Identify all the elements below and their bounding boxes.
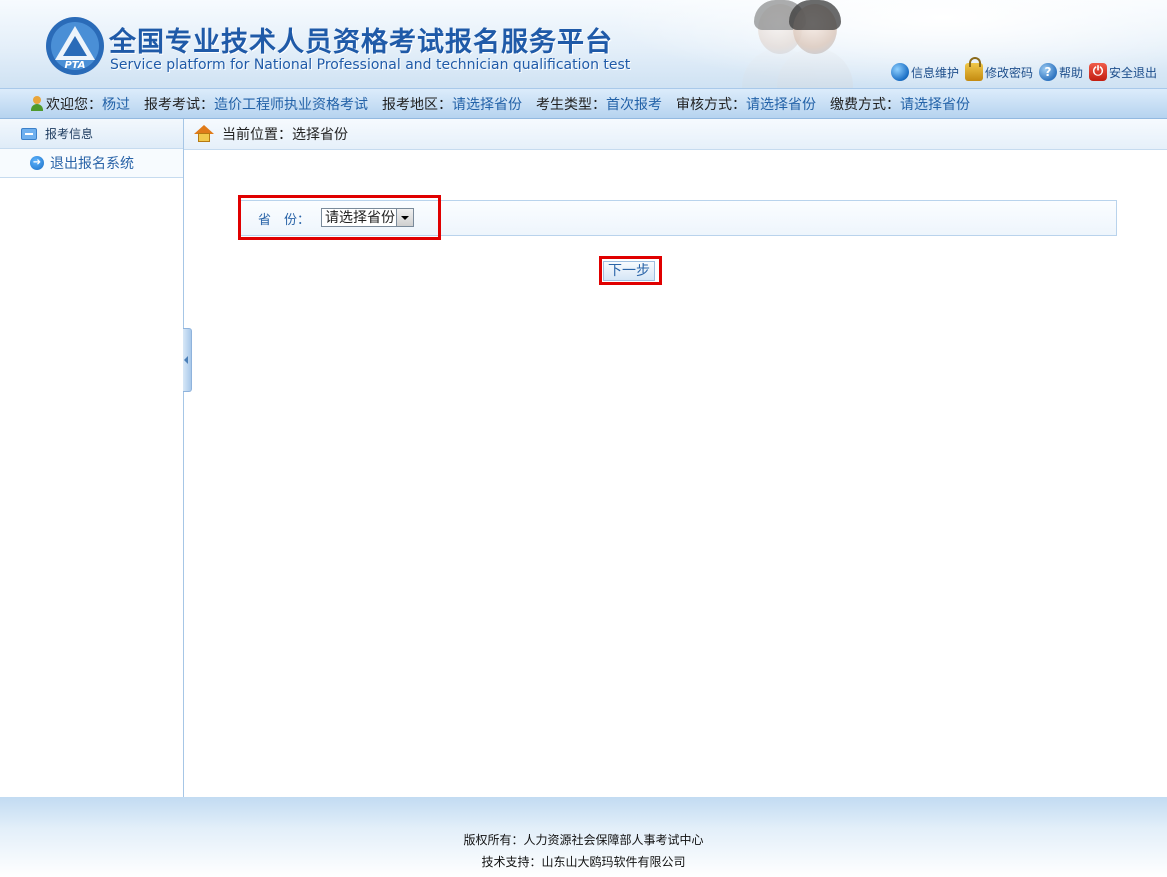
region-value: 请选择省份 [452, 96, 522, 113]
site-title: 全国专业技术人员资格考试报名服务平台 [109, 27, 613, 58]
logout-label: 安全退出 [1108, 65, 1157, 80]
top-links: 信息维护 修改密码 ? 帮助 ⏻ 安全退出 [890, 57, 1157, 81]
info-maintain-label: 信息维护 [910, 65, 959, 80]
user-info-bar: 欢迎您： 杨过 报考考试： 造价工程师执业资格考试 报考地区： 请选择省份 考生… [0, 88, 1167, 119]
exam-label: 报考考试： [144, 96, 214, 113]
review-method-value: 请选择省份 [746, 96, 816, 113]
welcome-label: 欢迎您： [46, 96, 102, 113]
footer-copyright: 版权所有：人力资源社会保障部人事考试中心 [463, 833, 704, 847]
logo-text: PTA [64, 60, 85, 71]
footer-support: 技术支持：山东山大鸥玛软件有限公司 [481, 855, 686, 869]
payment-method-value: 请选择省份 [900, 96, 970, 113]
power-icon: ⏻ [1088, 63, 1107, 81]
info-maintain-link[interactable]: 信息维护 [890, 63, 959, 81]
province-highlight-box [238, 195, 441, 240]
home-icon [194, 125, 214, 143]
main-content: 当前位置：选择省份 省 份： 请选择省份 下一步 [184, 119, 1167, 797]
sidebar-header[interactable]: 报考信息 [0, 119, 183, 149]
region-label: 报考地区： [382, 96, 452, 113]
help-icon: ? [1038, 63, 1057, 81]
sidebar-header-label: 报考信息 [45, 127, 94, 141]
help-link[interactable]: ? 帮助 [1038, 63, 1083, 81]
review-method-label: 审核方式： [676, 96, 746, 113]
help-label: 帮助 [1058, 65, 1083, 80]
logout-link[interactable]: ⏻ 安全退出 [1088, 63, 1157, 81]
lock-icon [964, 57, 983, 81]
exam-value: 造价工程师执业资格考试 [214, 96, 368, 113]
payment-method-label: 缴费方式： [830, 96, 900, 113]
sidebar-item-label: 退出报名系统 [50, 156, 134, 172]
sidebar: 报考信息 ➜ 退出报名系统 [0, 119, 184, 797]
change-password-label: 修改密码 [984, 65, 1033, 80]
breadcrumb-text: 当前位置：选择省份 [222, 127, 348, 143]
collapse-panel-icon [21, 127, 37, 140]
user-icon [30, 96, 44, 111]
welcome-username: 杨过 [102, 96, 130, 113]
candidate-type-value: 首次报考 [606, 96, 662, 113]
next-button-highlight-box [599, 256, 662, 285]
candidate-type-label: 考生类型： [536, 96, 606, 113]
footer: 版权所有：人力资源社会保障部人事考试中心 技术支持：山东山大鸥玛软件有限公司 [0, 797, 1167, 877]
header-banner: PTA 全国专业技术人员资格考试报名服务平台 Service platform … [0, 0, 1167, 88]
breadcrumb: 当前位置：选择省份 [184, 119, 1167, 150]
site-subtitle: Service platform for National Profession… [110, 57, 631, 73]
pta-logo-icon: PTA [46, 17, 104, 75]
sidebar-item-exit-registration[interactable]: ➜ 退出报名系统 [0, 149, 183, 178]
service-person-image [775, 0, 855, 88]
change-password-link[interactable]: 修改密码 [964, 57, 1033, 81]
globe-icon [890, 63, 909, 81]
arrow-right-icon: ➜ [30, 156, 44, 170]
